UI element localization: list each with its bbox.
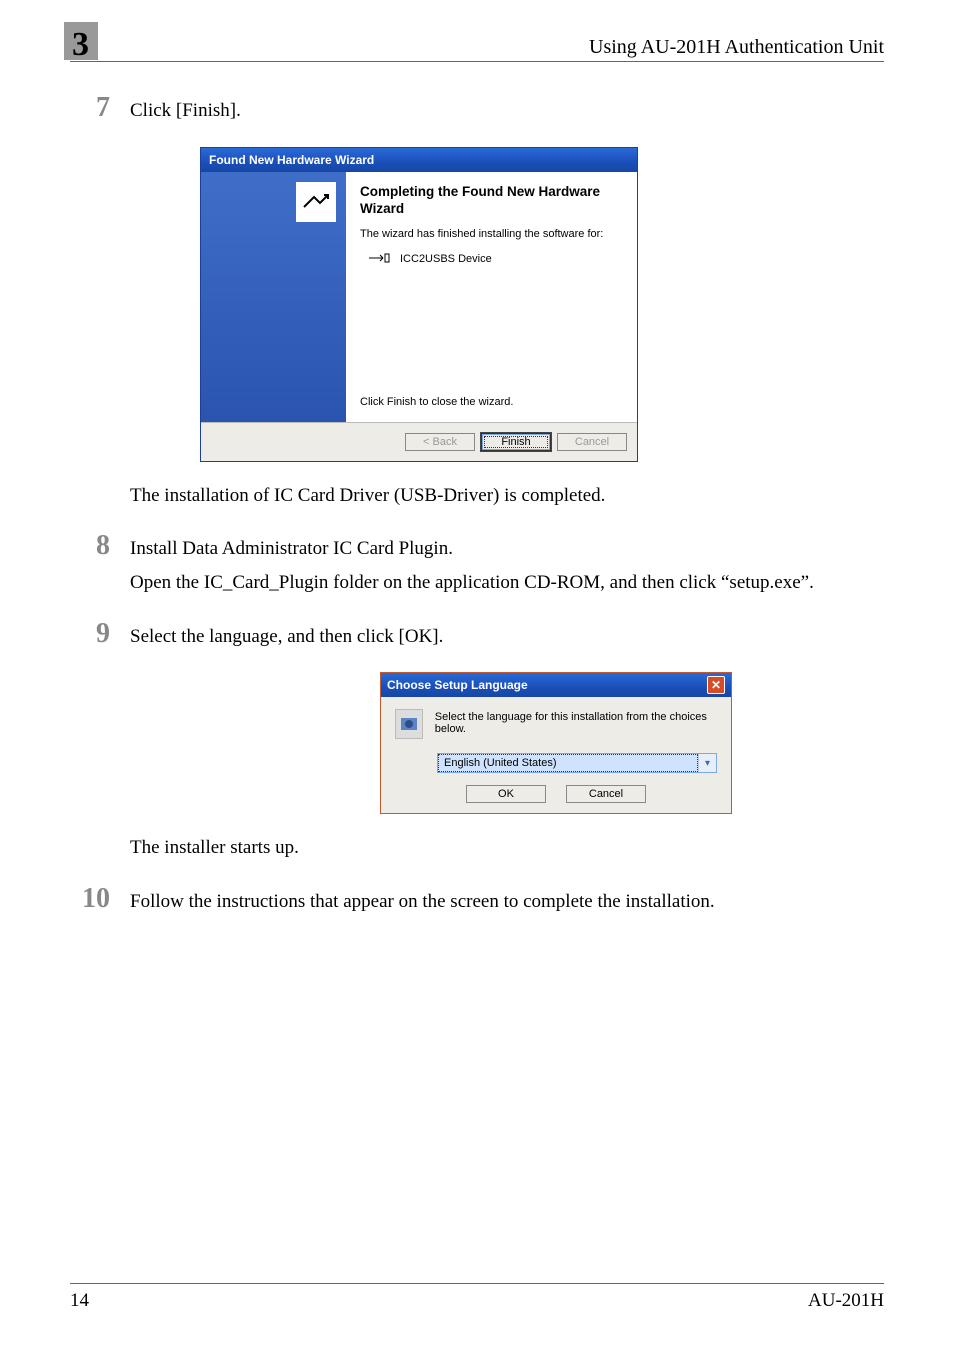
step-9-after: The installer starts up. (70, 829, 884, 869)
ok-button[interactable]: OK (466, 785, 546, 803)
step-10: 10 Follow the instructions that appear o… (70, 883, 884, 923)
cancel-button[interactable]: Cancel (566, 785, 646, 803)
cancel-button[interactable]: Cancel (557, 433, 627, 451)
step-number: 8 (70, 530, 130, 603)
step-8: 8 Install Data Administrator IC Card Plu… (70, 530, 884, 603)
choose-setup-language-dialog: Choose Setup Language ✕ Select the langu… (380, 672, 732, 814)
step-number: 10 (70, 883, 130, 923)
header-title: Using AU-201H Authentication Unit (589, 36, 884, 59)
back-button[interactable]: < Back (405, 433, 475, 451)
step-text: Follow the instructions that appear on t… (130, 889, 884, 915)
step-text: Open the IC_Card_Plugin folder on the ap… (130, 570, 884, 596)
step-after-text: The installation of IC Card Driver (USB-… (130, 483, 884, 509)
step-7-after: The installation of IC Card Driver (USB-… (70, 477, 884, 517)
wizard-button-row: < Back Finish Cancel (201, 423, 637, 461)
chevron-down-icon[interactable]: ▾ (698, 754, 716, 772)
step-7: 7 Click [Finish]. (70, 92, 884, 132)
device-icon (296, 182, 336, 222)
wizard-finished-text: The wizard has finished installing the s… (360, 227, 623, 241)
page-footer: 14 AU-201H (70, 1283, 884, 1312)
close-icon[interactable]: ✕ (707, 676, 725, 694)
setup-icon (395, 709, 423, 739)
step-9: 9 Select the language, and then click [O… (70, 618, 884, 658)
language-selected-value: English (United States) (438, 754, 698, 772)
finish-button[interactable]: Finish (481, 433, 551, 451)
wizard-click-finish-text: Click Finish to close the wizard. (360, 396, 623, 408)
wizard-titlebar: Found New Hardware Wizard (201, 148, 637, 172)
chapter-number: 3 (72, 26, 89, 64)
language-select[interactable]: English (United States) ▾ (437, 753, 717, 773)
wizard-heading: Completing the Found New Hardware Wizard (360, 184, 623, 218)
step-after-text: The installer starts up. (130, 835, 884, 861)
page-number: 14 (70, 1290, 89, 1312)
step-text: Install Data Administrator IC Card Plugi… (130, 536, 884, 562)
step-text: Click [Finish]. (130, 98, 884, 124)
found-new-hardware-wizard: Found New Hardware Wizard Completing the… (200, 147, 638, 462)
wizard-device-name: ICC2USBS Device (400, 253, 492, 265)
step-text: Select the language, and then click [OK]… (130, 624, 884, 650)
step-number: 7 (70, 92, 130, 132)
connector-icon (368, 252, 390, 267)
lang-dialog-titlebar: Choose Setup Language ✕ (381, 673, 731, 697)
page-header: 3 Using AU-201H Authentication Unit (70, 30, 884, 62)
lang-dialog-title: Choose Setup Language (387, 678, 528, 692)
footer-model: AU-201H (808, 1290, 884, 1312)
wizard-sidebar (201, 172, 346, 422)
lang-dialog-text: Select the language for this installatio… (435, 709, 717, 739)
step-number: 9 (70, 618, 130, 658)
lang-dialog-button-row: OK Cancel (395, 785, 717, 803)
